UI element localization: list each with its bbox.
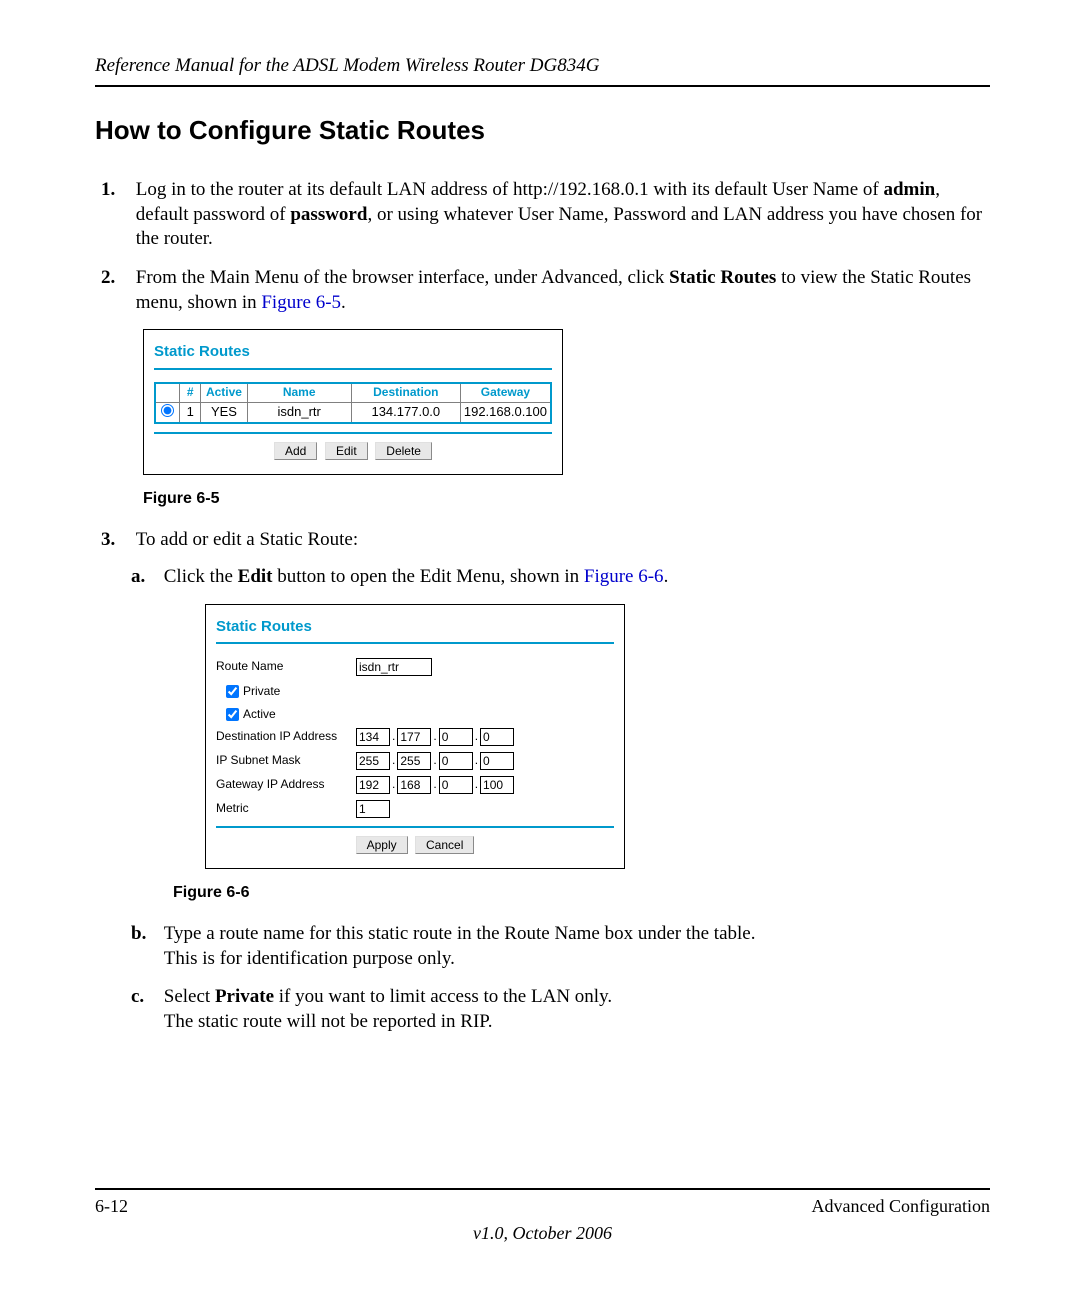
step-3-text: To add or edit a Static Route: — [136, 528, 986, 553]
dest-ip-1[interactable] — [356, 728, 390, 746]
substep-letter-c: c. — [131, 985, 159, 1010]
dest-ip-label: Destination IP Address — [216, 729, 356, 745]
edit-button[interactable]: Edit — [325, 442, 368, 460]
subnet-label: IP Subnet Mask — [216, 753, 356, 769]
step-2-text: From the Main Menu of the browser interf… — [136, 266, 986, 315]
delete-button[interactable]: Delete — [375, 442, 432, 460]
gateway-3[interactable] — [439, 776, 473, 794]
metric-input[interactable] — [356, 800, 390, 818]
subnet-1[interactable] — [356, 752, 390, 770]
dest-ip-3[interactable] — [439, 728, 473, 746]
step-number-3: 3. — [101, 528, 131, 553]
version-date: v1.0, October 2006 — [95, 1223, 990, 1244]
page-number: 6-12 — [95, 1196, 128, 1217]
add-button[interactable]: Add — [274, 442, 317, 460]
dest-ip-2[interactable] — [397, 728, 431, 746]
route-name-input[interactable] — [356, 658, 432, 676]
step-number-1: 1. — [101, 178, 131, 203]
subnet-2[interactable] — [397, 752, 431, 770]
private-checkbox[interactable] — [226, 685, 239, 698]
route-select-radio[interactable] — [161, 404, 174, 417]
substep-b-text: Type a route name for this static route … — [164, 922, 954, 971]
figure-6-5-label: Figure 6-5 — [143, 489, 990, 510]
table-row: 1 YES isdn_rtr 134.177.0.0 192.168.0.100 — [155, 402, 551, 423]
private-label: Private — [243, 684, 280, 700]
active-label: Active — [243, 707, 276, 723]
subnet-4[interactable] — [480, 752, 514, 770]
static-routes-table: # Active Name Destination Gateway 1 YES … — [154, 382, 552, 424]
section-title: How to Configure Static Routes — [95, 115, 990, 146]
gateway-1[interactable] — [356, 776, 390, 794]
static-routes-edit-title: Static Routes — [216, 617, 614, 637]
running-header: Reference Manual for the ADSL Modem Wire… — [95, 55, 990, 77]
dest-ip-4[interactable] — [480, 728, 514, 746]
figure-6-6: Static Routes Route Name Private Active … — [205, 604, 625, 870]
step-1-text: Log in to the router at its default LAN … — [136, 178, 986, 252]
apply-button[interactable]: Apply — [356, 836, 408, 854]
chapter-name: Advanced Configuration — [812, 1196, 990, 1217]
subnet-3[interactable] — [439, 752, 473, 770]
page-footer: 6-12 Advanced Configuration v1.0, Octobe… — [95, 1188, 990, 1244]
gateway-ip-label: Gateway IP Address — [216, 777, 356, 793]
figure-6-5: Static Routes # Active Name Destination … — [143, 329, 563, 475]
figure-6-6-ref[interactable]: Figure 6-6 — [584, 566, 664, 587]
gateway-2[interactable] — [397, 776, 431, 794]
figure-6-6-label: Figure 6-6 — [173, 883, 990, 904]
gateway-4[interactable] — [480, 776, 514, 794]
substep-letter-b: b. — [131, 922, 159, 947]
figure-6-5-ref[interactable]: Figure 6-5 — [261, 292, 341, 313]
substep-c-text: Select Private if you want to limit acce… — [164, 985, 954, 1034]
static-routes-title: Static Routes — [154, 342, 552, 362]
cancel-button[interactable]: Cancel — [415, 836, 474, 854]
active-checkbox[interactable] — [226, 708, 239, 721]
substep-letter-a: a. — [131, 565, 159, 590]
metric-label: Metric — [216, 801, 356, 817]
substep-a-text: Click the Edit button to open the Edit M… — [164, 565, 954, 590]
route-name-label: Route Name — [216, 659, 356, 675]
step-number-2: 2. — [101, 266, 131, 291]
header-rule — [95, 85, 990, 87]
